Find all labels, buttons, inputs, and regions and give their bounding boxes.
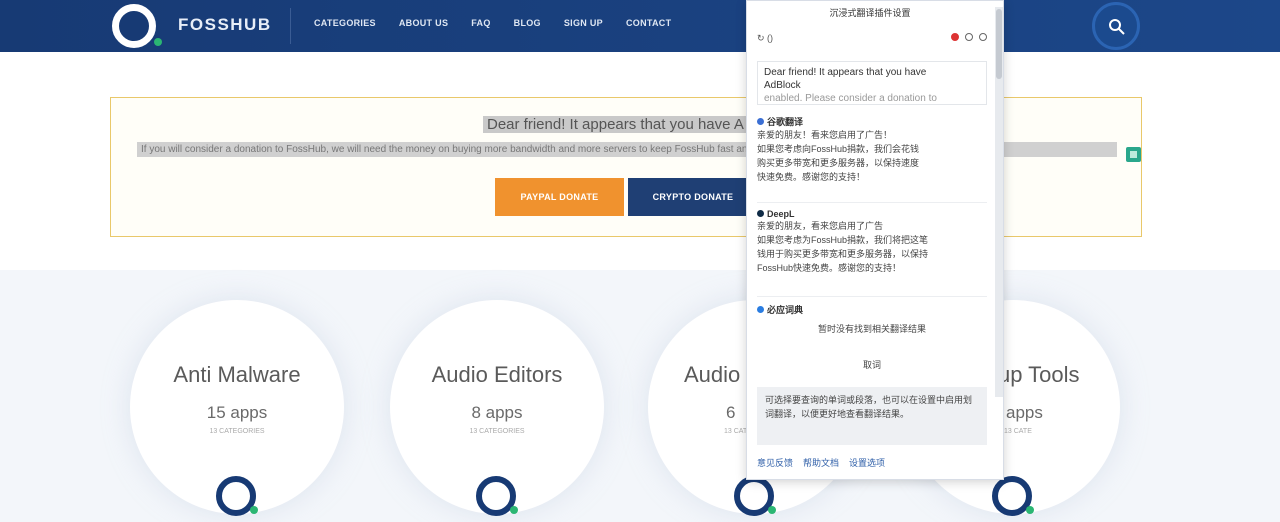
translation-line: 钱用于购买更多带宽和更多服务器，以保持	[757, 249, 929, 259]
nav-sign-up[interactable]: SIGN UP	[564, 18, 603, 28]
nav-faq[interactable]: FAQ	[471, 18, 490, 28]
dict-action[interactable]: 取词	[757, 358, 987, 371]
dictionary-icon	[757, 306, 764, 313]
translation-popup: 沉浸式翻译插件设置 ↻ () Dear friend! It appears t…	[746, 0, 1004, 480]
site-header: FOSSHUB CATEGORIES ABOUT US FAQ BLOG SIG…	[0, 0, 1280, 52]
popup-toolbar: ↻ ()	[757, 33, 987, 47]
card-sub: 13 CATEGORIES	[209, 428, 265, 435]
category-card-anti-malware[interactable]: Anti Malware 15 apps 13 CATEGORIES	[130, 300, 344, 516]
translate-badge-icon[interactable]	[1126, 147, 1141, 162]
search-icon	[1109, 19, 1125, 35]
translator-name: 谷歌翻译	[757, 115, 987, 128]
footer-link-help[interactable]: 帮助文档	[803, 456, 839, 469]
main-nav: CATEGORIES ABOUT US FAQ BLOG SIGN UP CON…	[314, 18, 671, 28]
card-sub: 13 CATEGORIES	[469, 428, 525, 435]
fosshub-logo-icon[interactable]	[112, 4, 156, 48]
card-dot-icon	[250, 506, 258, 514]
translation-line: FossHub快速免费。感谢您的支持！	[757, 263, 902, 273]
source-line: AdBlock	[764, 80, 801, 91]
popup-title[interactable]: 沉浸式翻译插件设置	[747, 1, 993, 23]
translation-line: 购买更多带宽和更多服务器，以保持速度	[757, 158, 920, 168]
translation-line: 亲爱的朋友！看来您启用了广告！	[757, 130, 893, 140]
logo-dot-icon	[154, 38, 162, 46]
nav-about-us[interactable]: ABOUT US	[399, 18, 448, 28]
nav-blog[interactable]: BLOG	[514, 18, 541, 28]
translator-google: 谷歌翻译 亲爱的朋友！看来您启用了广告！ 如果您考虑向FossHub捐款，我们会…	[757, 115, 987, 203]
card-dot-icon	[768, 506, 776, 514]
translator-name: 必应词典	[757, 303, 987, 316]
hint-box: 可选择要查询的单词或段落，也可以在设置中启用划词翻译，以便更好地查看翻译结果。	[757, 387, 987, 445]
nav-categories[interactable]: CATEGORIES	[314, 18, 376, 28]
category-card-audio-editors[interactable]: Audio Editors 8 apps 13 CATEGORIES	[390, 300, 604, 516]
translator-dictionary: 必应词典 暂时没有找到相关翻译结果 取词	[757, 303, 987, 383]
translation-line: 亲爱的朋友，看来您启用了广告	[757, 221, 884, 231]
footer-link-settings[interactable]: 设置选项	[849, 456, 885, 469]
pin-icon[interactable]	[965, 33, 973, 41]
card-title: Anti Malware	[173, 362, 301, 387]
card-count: 15 apps	[206, 403, 268, 422]
popup-footer: 意见反馈 帮助文档 设置选项	[757, 456, 885, 469]
translation-line: 如果您考虑为FossHub捐款，我们将把这笔	[757, 235, 929, 245]
card-title: Audio Editors	[431, 362, 563, 387]
translation-line: 如果您考虑向FossHub捐款，我们会花钱	[757, 144, 920, 154]
translator-deepl: DeepL 亲爱的朋友，看来您启用了广告 如果您考虑为FossHub捐款，我们将…	[757, 209, 987, 297]
popup-source-lang[interactable]: ↻ ()	[757, 33, 773, 43]
paypal-donate-button[interactable]: PAYPAL DONATE	[495, 178, 624, 216]
header-divider	[290, 8, 291, 44]
search-button[interactable]	[1092, 2, 1140, 50]
card-dot-icon	[1026, 506, 1034, 514]
popup-scrollbar[interactable]	[995, 7, 1003, 397]
translation-line: 快速免费。感谢您的支持！	[757, 172, 866, 182]
translation-line: 暂时没有找到相关翻译结果	[817, 324, 926, 334]
translator-name: DeepL	[757, 209, 987, 219]
gear-icon[interactable]	[979, 33, 987, 41]
toolbar-icons	[951, 33, 987, 41]
source-text-box[interactable]: Dear friend! It appears that you have Ad…	[757, 61, 987, 105]
source-line: Dear friend! It appears that you have	[764, 67, 927, 78]
nav-contact[interactable]: CONTACT	[626, 18, 671, 28]
crypto-donate-button[interactable]: CRYPTO DONATE	[628, 178, 758, 216]
footer-link-feedback[interactable]: 意见反馈	[757, 456, 793, 469]
google-translate-icon	[757, 118, 764, 125]
source-line-faded: enabled. Please consider a donation to	[764, 93, 937, 104]
banner-title: Dear friend! It appears that you have A	[483, 116, 748, 133]
favorite-icon[interactable]	[951, 33, 959, 41]
card-count: 8 apps	[471, 403, 523, 422]
card-dot-icon	[510, 506, 518, 514]
deepl-icon	[757, 210, 764, 217]
brand-name[interactable]: FOSSHUB	[178, 15, 272, 35]
